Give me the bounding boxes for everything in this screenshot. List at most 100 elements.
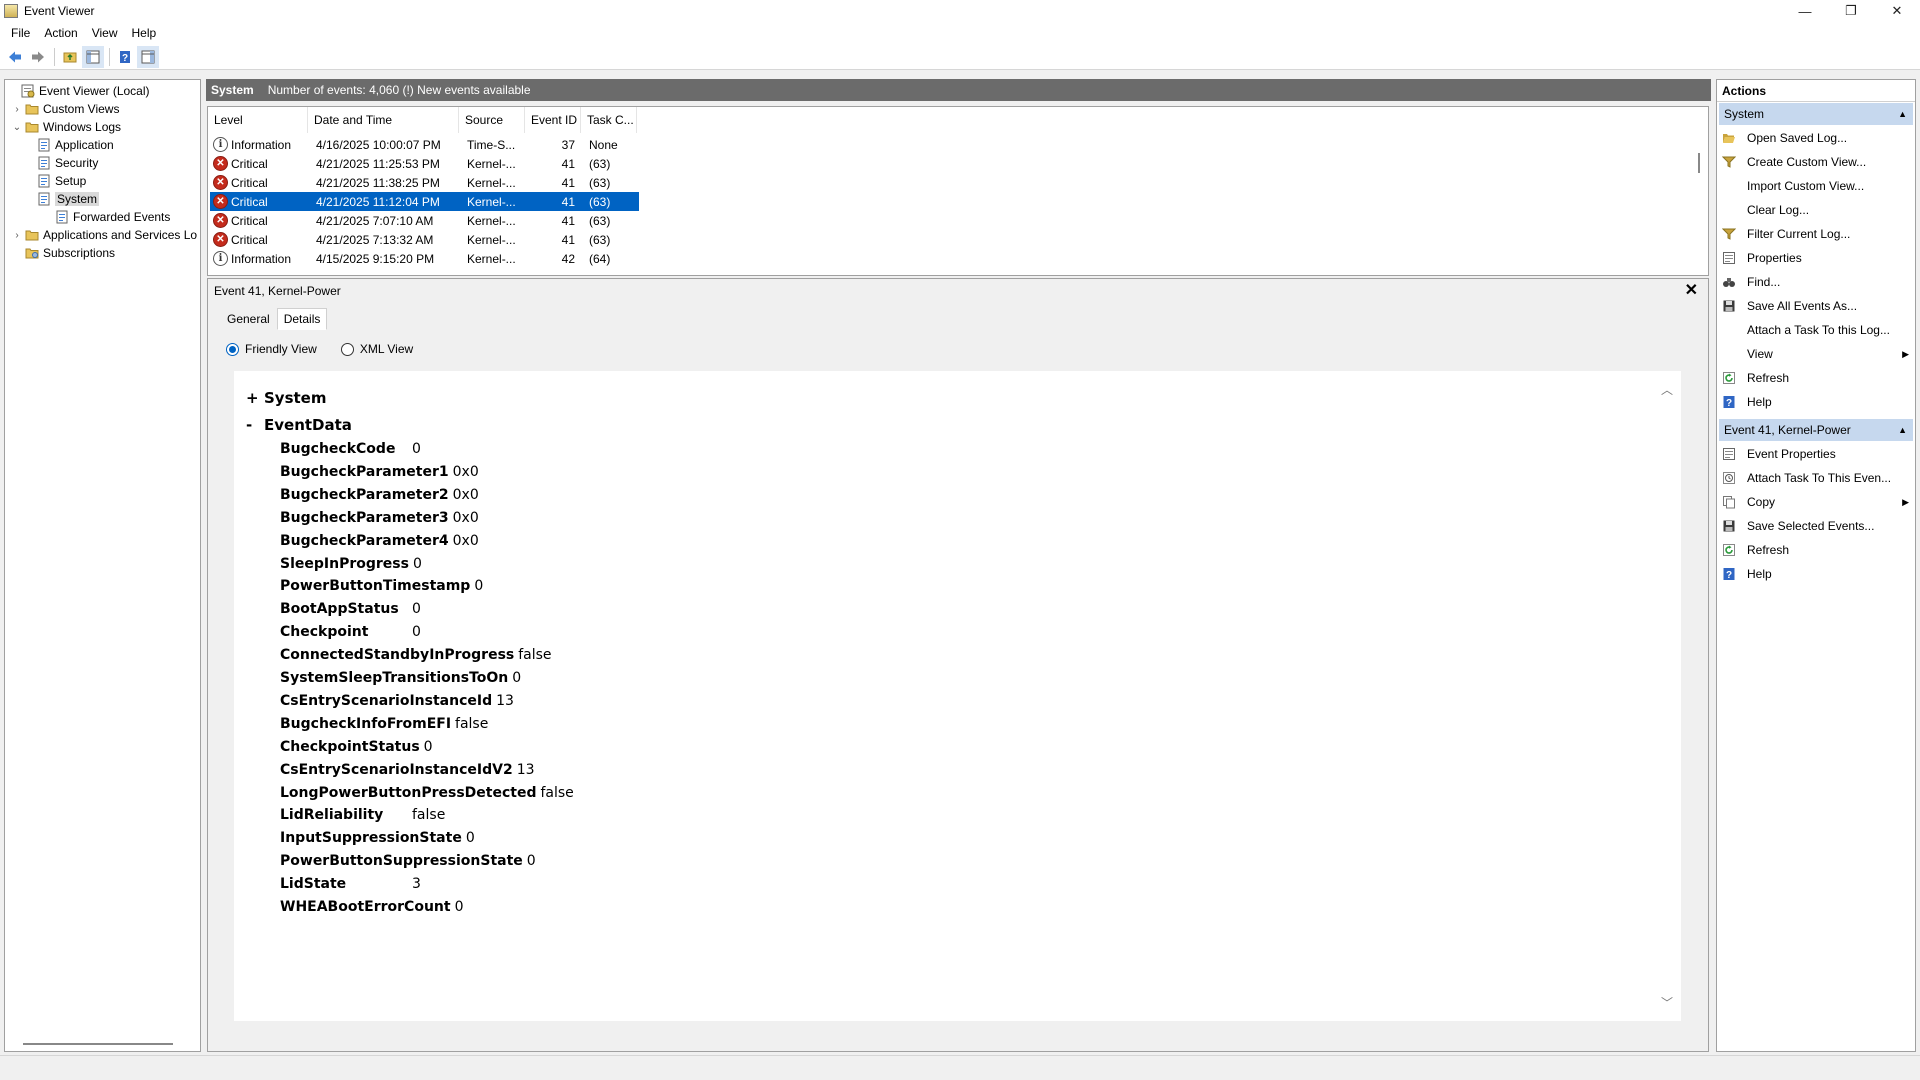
forward-button[interactable]	[27, 46, 49, 68]
tree-item-forwarded-events[interactable]: Forwarded Events	[53, 208, 170, 226]
column-header-source[interactable]: Source	[459, 107, 525, 133]
menu-action[interactable]: Action	[37, 26, 84, 40]
action-item-properties[interactable]: Properties	[1717, 246, 1915, 270]
show-hide-tree-button[interactable]	[82, 45, 104, 68]
action-item-label: Refresh	[1747, 543, 1790, 557]
eventdata-section-toggle[interactable]: - EventData	[246, 416, 352, 434]
close-window-button[interactable]: ✕	[1874, 0, 1920, 22]
action-item-label: Filter Current Log...	[1747, 227, 1851, 241]
tree-item-label: Applications and Services Lo	[43, 228, 198, 242]
action-item-find[interactable]: Find...	[1717, 270, 1915, 294]
event-row[interactable]: i Information 4/16/2025 10:00:07 PM Time-S.…	[210, 135, 639, 154]
up-one-level-button[interactable]	[59, 46, 81, 68]
menu-help[interactable]: Help	[125, 26, 164, 40]
event-row[interactable]: ✕ Critical 4/21/2025 11:25:53 PM Kernel-...…	[210, 154, 639, 173]
tree-item-applications-and-services[interactable]: › Applications and Services Lo	[11, 226, 197, 244]
action-item-clear-log[interactable]: Clear Log...	[1717, 198, 1915, 222]
horizontal-scrollbar[interactable]	[23, 1043, 173, 1045]
critical-error-icon: ✕	[213, 232, 228, 247]
event-data-key: PowerButtonTimestamp	[280, 578, 471, 595]
collapse-arrow-icon[interactable]: ▲	[1898, 425, 1907, 435]
console-tree[interactable]: Event Viewer (Local) › Custom Views ⌄ Wi…	[4, 79, 201, 1052]
scroll-up-icon[interactable]: ︿	[1661, 381, 1673, 398]
minimize-button[interactable]: —	[1782, 0, 1828, 22]
collapse-chevron-icon[interactable]: ⌄	[11, 122, 23, 133]
action-item-copy[interactable]: Copy ▶	[1717, 490, 1915, 514]
tree-item-setup[interactable]: Setup	[35, 172, 86, 190]
friendly-view-label[interactable]: Friendly View	[245, 342, 317, 356]
cell-event-id: 41	[561, 194, 575, 209]
action-item-help[interactable]: ? Help	[1717, 390, 1915, 414]
tree-item-windows-logs[interactable]: ⌄ Windows Logs	[11, 118, 121, 136]
event-row[interactable]: ✕ Critical 4/21/2025 7:07:10 AM Kernel-... 4…	[210, 211, 639, 230]
tree-item-application[interactable]: Application	[35, 136, 114, 154]
action-item-help[interactable]: ? Help	[1717, 562, 1915, 586]
collapse-arrow-icon[interactable]: ▲	[1898, 109, 1907, 119]
actions-section-header[interactable]: Event 41, Kernel-Power ▲	[1719, 419, 1913, 441]
event-data-key: LongPowerButtonPressDetected	[280, 784, 537, 801]
log-header: System Number of events: 4,060 (!) New e…	[206, 79, 1711, 101]
column-header-task-category[interactable]: Task C...	[581, 107, 637, 133]
tab-details[interactable]: Details	[276, 308, 328, 330]
tree-item-system[interactable]: System	[35, 190, 100, 208]
action-item-open-saved-log[interactable]: Open Saved Log...	[1717, 126, 1915, 150]
friendly-view-panel[interactable]: ︿ + System - EventData BugcheckCode 0 Bugc…	[234, 371, 1681, 1021]
action-item-attach-task-to-this-even[interactable]: Attach Task To This Even...	[1717, 466, 1915, 490]
maximize-button[interactable]: ❐	[1828, 0, 1874, 22]
tree-item-custom-views[interactable]: › Custom Views	[11, 100, 119, 118]
actions-section-header[interactable]: System ▲	[1719, 103, 1913, 125]
back-button[interactable]	[4, 46, 26, 68]
event-data-value: 13	[496, 692, 514, 709]
events-grid[interactable]: Level Date and Time Source Event ID Task…	[207, 106, 1709, 276]
help-toolbar-button[interactable]: ?	[114, 46, 136, 68]
vertical-scrollbar[interactable]	[1698, 153, 1700, 173]
event-row[interactable]: ✕ Critical 4/21/2025 7:13:32 AM Kernel-... 4…	[210, 230, 639, 249]
tab-general[interactable]: General	[220, 308, 277, 330]
event-data-value: 0	[412, 555, 422, 572]
event-data-value: 0	[412, 441, 421, 457]
xml-view-label[interactable]: XML View	[360, 342, 413, 356]
tree-item-subscriptions[interactable]: Subscriptions	[23, 244, 115, 262]
console-tree-icon	[86, 50, 100, 63]
action-item-import-custom-view[interactable]: Import Custom View...	[1717, 174, 1915, 198]
action-item-event-properties[interactable]: Event Properties	[1717, 442, 1915, 466]
action-item-attach-a-task-to-this-log[interactable]: Attach a Task To this Log...	[1717, 318, 1915, 342]
scroll-down-icon[interactable]: ﹀	[1661, 994, 1673, 1011]
action-item-refresh[interactable]: Refresh	[1717, 366, 1915, 390]
action-item-save-all-events-as[interactable]: Save All Events As...	[1717, 294, 1915, 318]
action-item-save-selected-events[interactable]: Save Selected Events...	[1717, 514, 1915, 538]
cell-event-id: 42	[561, 251, 575, 266]
cell-datetime: 4/15/2025 9:15:20 PM	[316, 251, 435, 266]
column-header-date-and-time[interactable]: Date and Time	[308, 107, 459, 133]
event-row[interactable]: ✕ Critical 4/21/2025 11:12:04 PM Kernel-...…	[210, 192, 639, 211]
action-item-create-custom-view[interactable]: Create Custom View...	[1717, 150, 1915, 174]
action-item-label: Create Custom View...	[1747, 155, 1867, 169]
column-header-level[interactable]: Level	[208, 107, 308, 133]
menu-view[interactable]: View	[85, 26, 125, 40]
subscriptions-icon	[25, 248, 39, 259]
tree-item-label: Event Viewer (Local)	[39, 84, 150, 98]
help-icon: ?	[1722, 395, 1736, 409]
tree-item-security[interactable]: Security	[35, 154, 98, 172]
status-bar	[0, 1055, 1920, 1080]
close-detail-button[interactable]: ✕	[1685, 280, 1698, 300]
expand-chevron-icon[interactable]: ›	[11, 104, 23, 115]
event-data-value: 13	[516, 761, 535, 778]
event-row[interactable]: ✕ Critical 4/21/2025 11:38:25 PM Kernel-...…	[210, 173, 639, 192]
event-data-value: false	[540, 784, 574, 801]
expand-chevron-icon[interactable]: ›	[11, 230, 23, 241]
action-item-filter-current-log[interactable]: Filter Current Log...	[1717, 222, 1915, 246]
event-row[interactable]: i Information 4/15/2025 9:15:20 PM Kernel-.…	[210, 249, 639, 268]
action-item-view[interactable]: View ▶	[1717, 342, 1915, 366]
friendly-view-radio[interactable]	[226, 342, 239, 356]
tree-item-event-viewer-local[interactable]: Event Viewer (Local)	[7, 82, 150, 100]
refresh-icon	[1722, 371, 1736, 385]
xml-view-radio[interactable]	[340, 342, 354, 356]
column-header-event-id[interactable]: Event ID	[525, 107, 581, 133]
menu-file[interactable]: File	[4, 26, 37, 40]
action-item-refresh[interactable]: Refresh	[1717, 538, 1915, 562]
event-data-row: ConnectedStandbyInProgress false	[280, 644, 552, 666]
system-section-toggle[interactable]: + System	[246, 389, 326, 407]
show-hide-action-pane-button[interactable]	[137, 45, 159, 68]
event-data-row: BugcheckParameter4 0x0	[280, 530, 479, 552]
